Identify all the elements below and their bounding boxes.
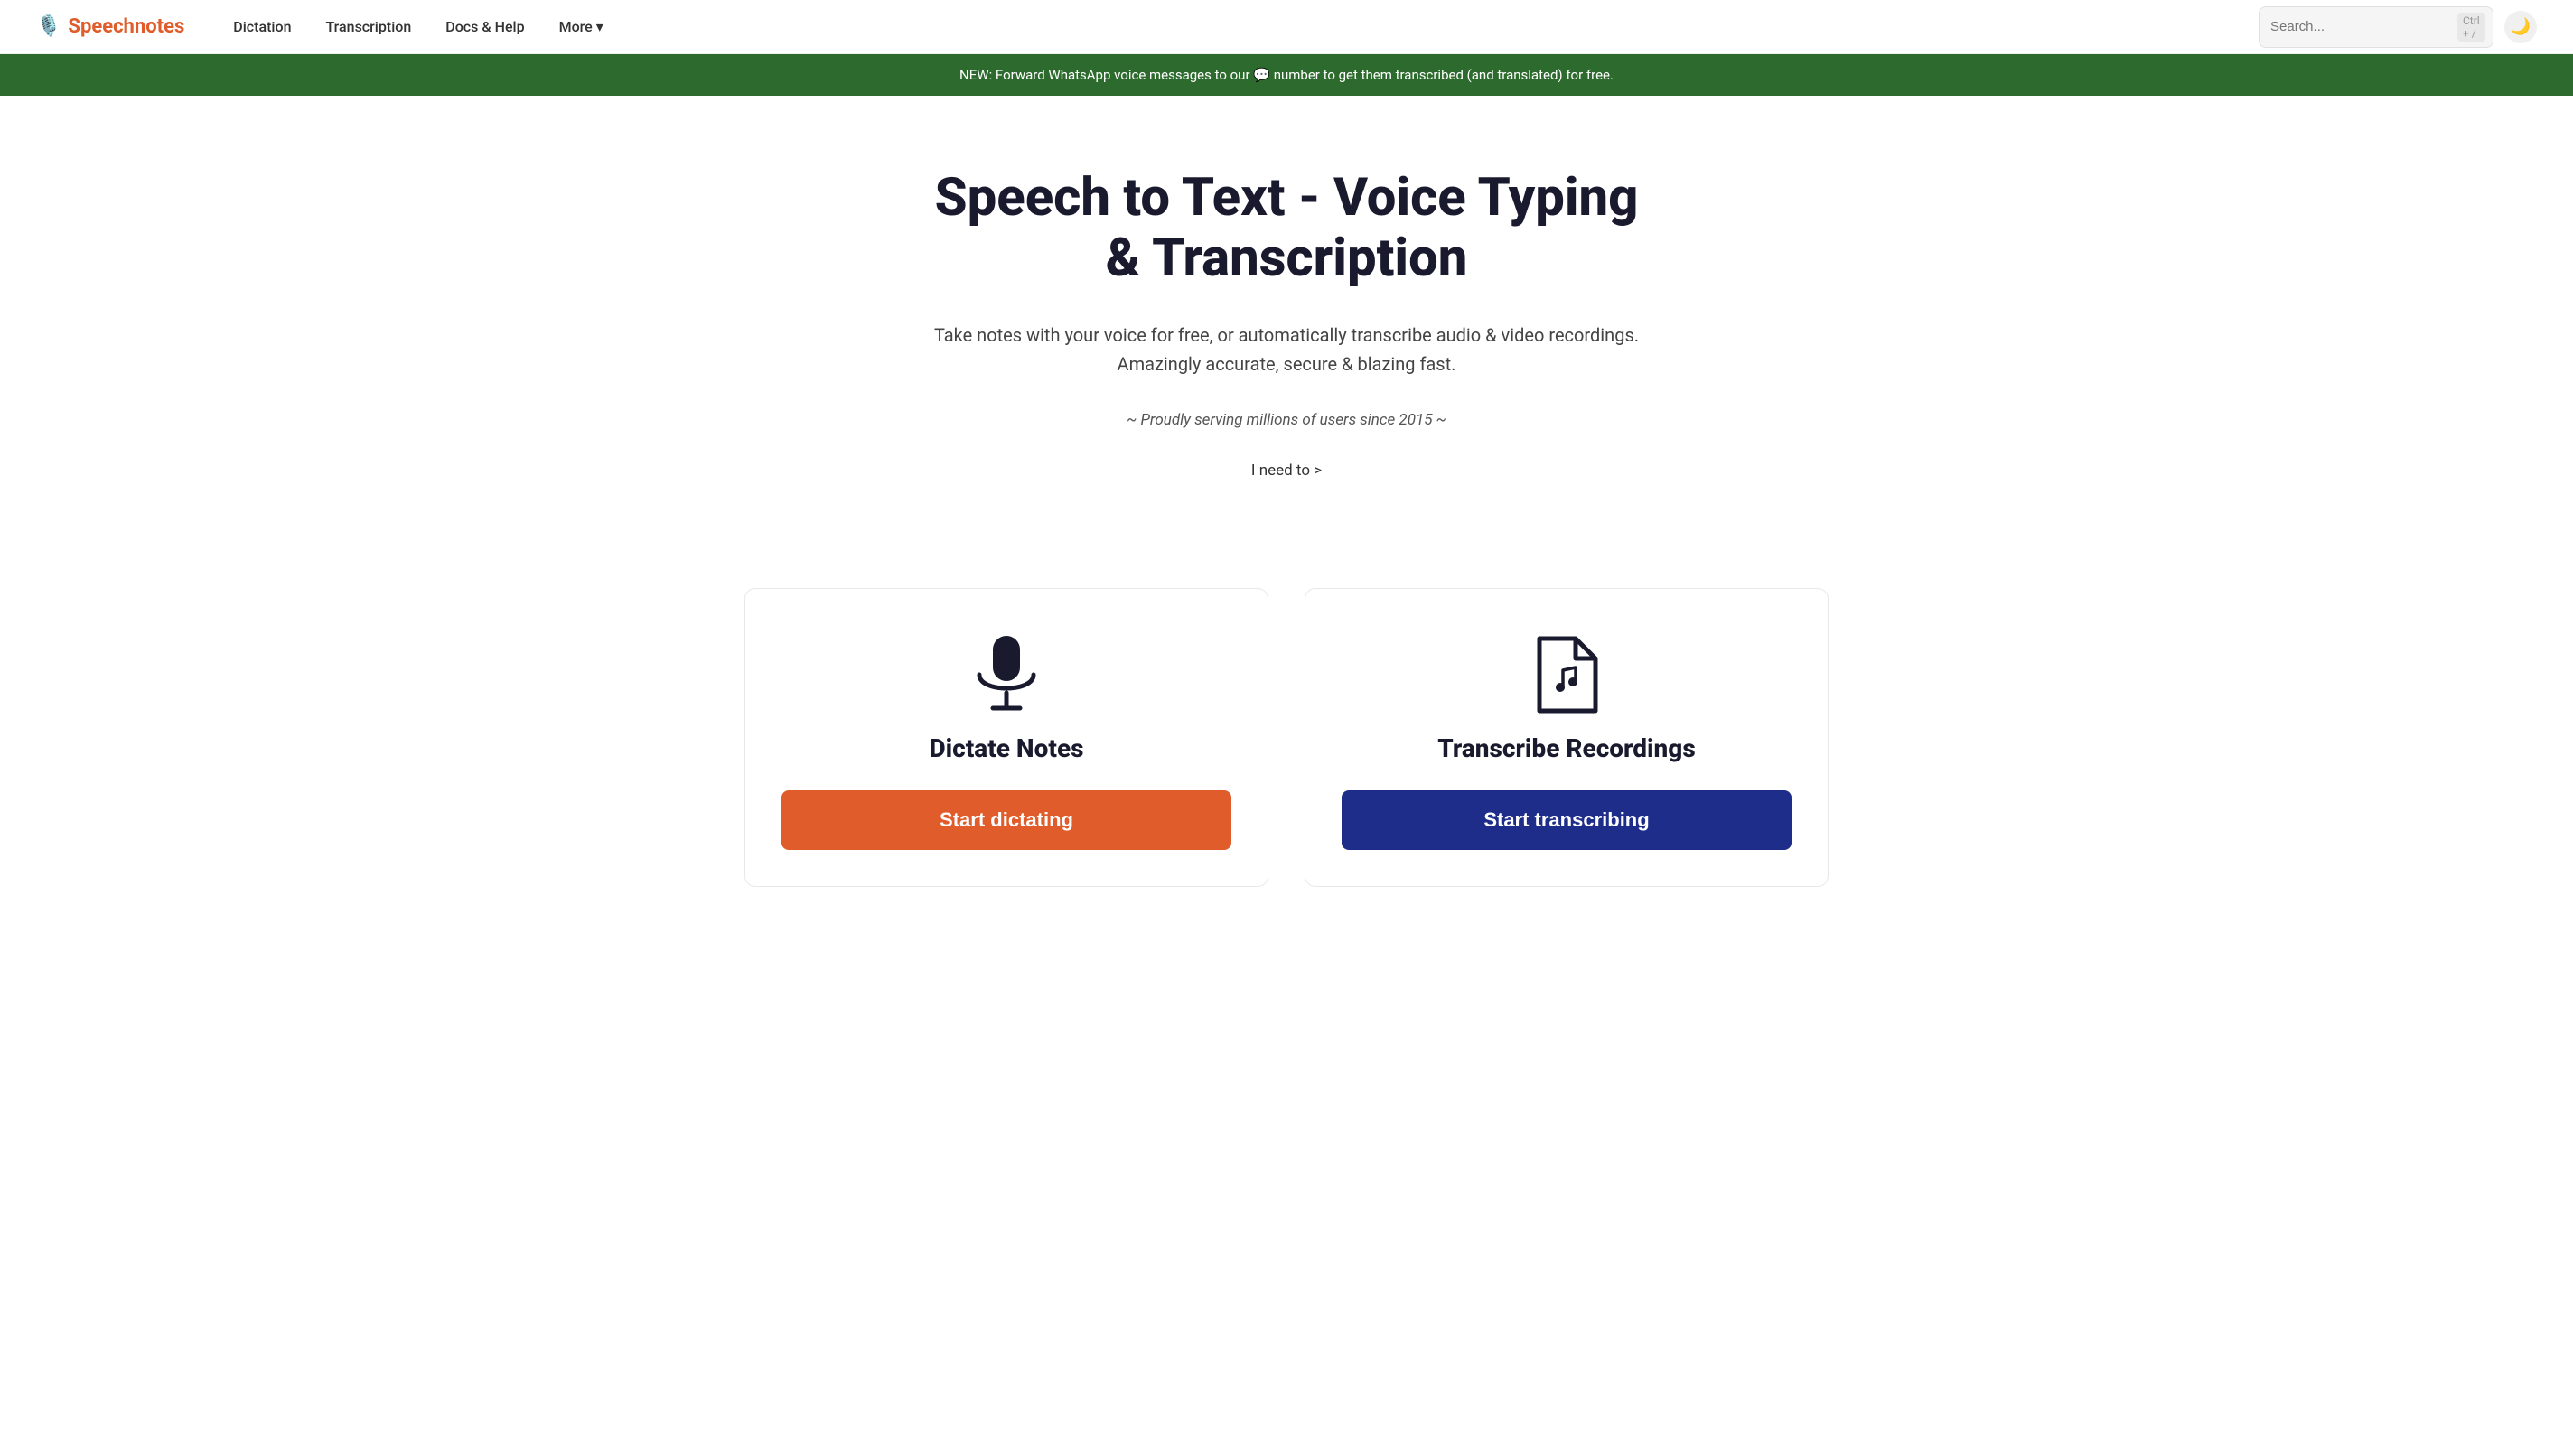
nav-transcription[interactable]: Transcription — [313, 11, 424, 42]
cards-section: Dictate Notes Start dictating Transcribe… — [654, 588, 1919, 887]
banner-text-suffix: number to get them transcribed (and tran… — [1274, 67, 1614, 83]
dictate-card-title: Dictate Notes — [781, 733, 1231, 763]
nav-more[interactable]: More ▾ — [547, 11, 616, 42]
start-transcribing-button[interactable]: Start transcribing — [1342, 790, 1792, 850]
hero-subtitle-line2: Amazingly accurate, secure & blazing fas… — [1118, 353, 1456, 375]
hero-subtitle: Take notes with your voice for free, or … — [916, 321, 1657, 378]
transcribe-card-title: Transcribe Recordings — [1342, 733, 1792, 763]
brand-name: Speechnotes — [68, 15, 184, 38]
hero-section: Speech to Text - Voice Typing & Transcri… — [880, 96, 1693, 588]
search-shortcut: Ctrl + / — [2457, 13, 2485, 42]
navbar: 🎙️ Speechnotes Dictation Transcription D… — [0, 0, 2573, 54]
transcribe-card: Transcribe Recordings Start transcribing — [1305, 588, 1829, 887]
navbar-right: Ctrl + / 🌙 — [2259, 6, 2537, 48]
hero-title: Speech to Text - Voice Typing & Transcri… — [916, 168, 1657, 288]
dictate-card: Dictate Notes Start dictating — [744, 588, 1268, 887]
search-input[interactable] — [2270, 19, 2450, 34]
announcement-banner: NEW: Forward WhatsApp voice messages to … — [0, 54, 2573, 96]
audio-file-card-icon — [1342, 634, 1792, 715]
microphone-icon: 🎙️ — [36, 15, 61, 38]
brand-logo[interactable]: 🎙️ Speechnotes — [36, 15, 184, 38]
banner-text-prefix: NEW: Forward WhatsApp voice messages to … — [959, 67, 1250, 83]
start-dictating-button[interactable]: Start dictating — [781, 790, 1231, 850]
hero-tagline: ~ Proudly serving millions of users sinc… — [916, 411, 1657, 429]
theme-toggle-button[interactable]: 🌙 — [2504, 11, 2537, 43]
moon-icon: 🌙 — [2511, 17, 2531, 36]
hero-subtitle-line1: Take notes with your voice for free, or … — [934, 324, 1639, 346]
nav-docs-help[interactable]: Docs & Help — [433, 11, 537, 42]
whatsapp-icon: 💬 — [1253, 67, 1273, 83]
hero-cta[interactable]: I need to > — [916, 462, 1657, 480]
nav-dictation[interactable]: Dictation — [220, 11, 304, 42]
microphone-card-icon — [781, 634, 1231, 715]
nav-links: Dictation Transcription Docs & Help More… — [220, 11, 2259, 42]
search-box[interactable]: Ctrl + / — [2259, 6, 2493, 48]
